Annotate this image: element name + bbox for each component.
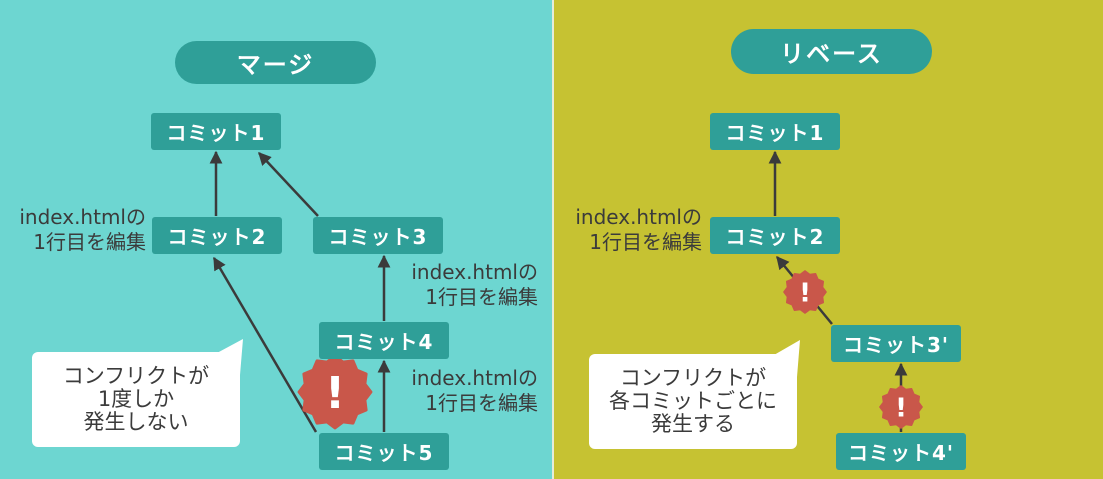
callout-line: 発生する xyxy=(651,412,735,436)
rebase-commit-1: コミット1 xyxy=(710,113,840,150)
edit-note-file: index.htmlの xyxy=(411,260,538,284)
edit-note-file: index.htmlの xyxy=(411,366,538,390)
merge-callout: コンフリクトが 1度しか 発生しない xyxy=(32,352,240,447)
callout-line: コンフリクトが xyxy=(619,366,767,390)
rebase-commit-2: コミット2 xyxy=(710,217,840,254)
rebase-commit-4-prime: コミット4' xyxy=(836,433,966,470)
rebase-title: リベース xyxy=(731,29,932,74)
edit-note-change: 1行目を編集 xyxy=(33,230,146,254)
merge-title: マージ xyxy=(175,41,376,84)
callout-line: 発生しない xyxy=(83,410,189,434)
conflict-exclamation: ! xyxy=(895,393,907,423)
callout-line: コンフリクトが xyxy=(62,364,210,388)
merge-commit-1: コミット1 xyxy=(151,113,281,150)
conflict-warning-icon: ! xyxy=(297,354,373,430)
edit-note-change: 1行目を編集 xyxy=(589,230,702,254)
edit-note-change: 1行目を編集 xyxy=(425,285,538,309)
merge-commit-5: コミット5 xyxy=(319,433,449,470)
conflict-warning-icon: ! xyxy=(879,385,923,429)
merge-edit-note-commit2: index.htmlの 1行目を編集 xyxy=(4,205,146,255)
diagram-canvas: ! ! ! マージ コミット1 コミット2 コミット3 コミット4 コミット5 … xyxy=(0,0,1103,479)
merge-commit-4: コミット4 xyxy=(319,322,449,359)
rebase-commit-3-prime: コミット3' xyxy=(831,325,961,362)
conflict-exclamation: ! xyxy=(799,278,811,308)
edit-note-file: index.htmlの xyxy=(575,205,702,229)
conflict-exclamation: ! xyxy=(325,368,345,419)
rebase-edit-note-commit2: index.htmlの 1行目を編集 xyxy=(560,205,702,255)
rebase-callout: コンフリクトが 各コミットごとに 発生する xyxy=(589,354,797,449)
arrow-merge-commit3-to-commit1 xyxy=(258,152,319,217)
callout-line: 各コミットごとに xyxy=(609,389,777,413)
merge-edit-note-commit5: index.htmlの 1行目を編集 xyxy=(396,366,538,416)
edit-note-change: 1行目を編集 xyxy=(425,391,538,415)
conflict-warning-icon: ! xyxy=(783,270,827,314)
merge-commit-2: コミット2 xyxy=(152,217,282,254)
merge-commit-3: コミット3 xyxy=(313,217,443,254)
merge-edit-note-commit4: index.htmlの 1行目を編集 xyxy=(396,260,538,310)
callout-line: 1度しか xyxy=(97,387,175,411)
edit-note-file: index.htmlの xyxy=(19,205,146,229)
